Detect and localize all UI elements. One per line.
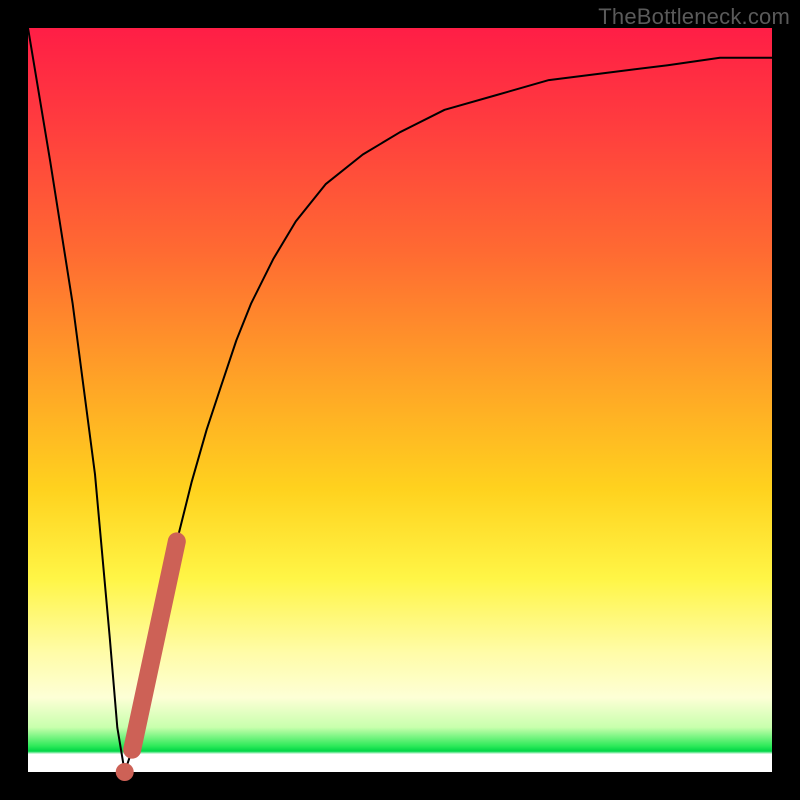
bottleneck-curve-path <box>28 28 772 772</box>
plot-area <box>28 28 772 772</box>
highlight-bar <box>132 541 177 749</box>
watermark-text: TheBottleneck.com <box>598 4 790 30</box>
chart-frame: TheBottleneck.com <box>0 0 800 800</box>
highlight-dot <box>116 763 134 781</box>
curve-svg <box>28 28 772 772</box>
